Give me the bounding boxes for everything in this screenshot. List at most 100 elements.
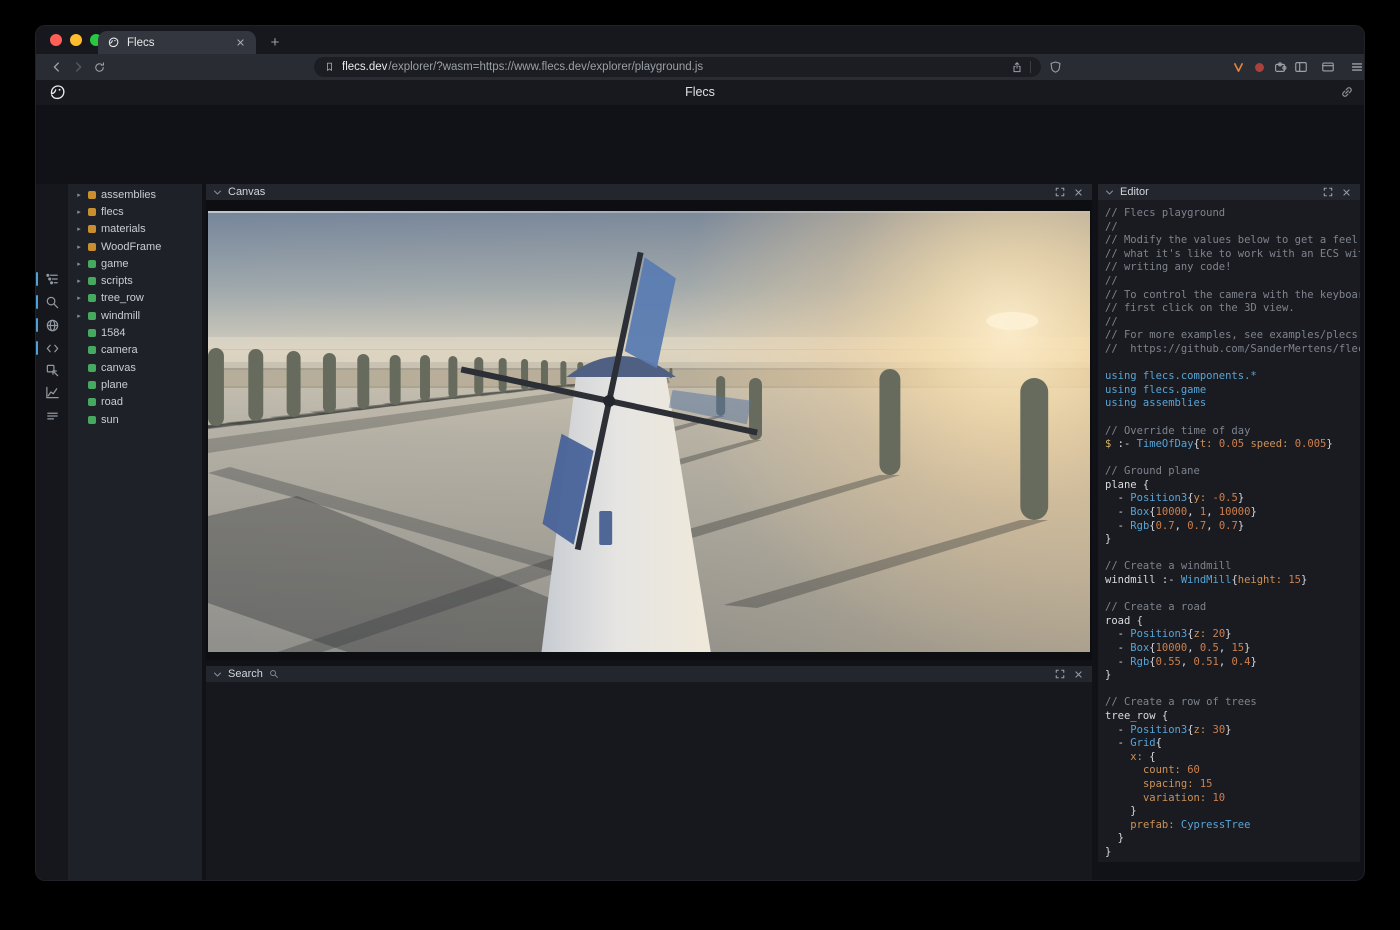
tree-item-road[interactable]: road bbox=[68, 394, 202, 411]
fullscreen-icon[interactable] bbox=[1053, 668, 1066, 681]
menu-icon[interactable] bbox=[1348, 58, 1365, 76]
tree-item-1584[interactable]: 1584 bbox=[68, 324, 202, 341]
wallet-icon[interactable] bbox=[1319, 58, 1337, 76]
code-line: - Position3{y: -0.5} bbox=[1105, 492, 1360, 506]
scene-globe-icon[interactable] bbox=[41, 314, 63, 336]
tree-item-label: materials bbox=[101, 223, 146, 235]
tree-item-flecs[interactable]: ▸ flecs bbox=[68, 203, 202, 220]
main-content: ▸assemblies▸flecs▸materials▸WoodFrame▸ga… bbox=[36, 105, 1364, 880]
forward-button[interactable] bbox=[69, 58, 87, 76]
search-panel: Search bbox=[206, 666, 1092, 881]
new-tab-button[interactable]: + bbox=[266, 33, 284, 51]
expand-arrow-icon[interactable]: ▸ bbox=[75, 294, 83, 302]
tree-item-WoodFrame[interactable]: ▸ WoodFrame bbox=[68, 238, 202, 255]
close-icon[interactable] bbox=[1072, 186, 1085, 199]
sidebar: ▸assemblies▸flecs▸materials▸WoodFrame▸ga… bbox=[68, 184, 202, 880]
code-line: count: 60 bbox=[1105, 764, 1360, 778]
tree-item-plane[interactable]: plane bbox=[68, 376, 202, 393]
sidebar-toggle-icon[interactable] bbox=[1292, 58, 1310, 76]
close-icon[interactable] bbox=[1340, 186, 1353, 199]
code-line: } bbox=[1105, 805, 1360, 819]
expand-arrow-icon[interactable]: ▸ bbox=[75, 277, 83, 285]
browser-tab[interactable]: Flecs bbox=[98, 31, 256, 54]
code-area[interactable]: // Flecs playground//// Modify the value… bbox=[1098, 200, 1360, 862]
chevron-down-icon[interactable] bbox=[213, 670, 222, 679]
code-line: using flecs.components.* bbox=[1105, 370, 1360, 384]
entity-kind-swatch bbox=[88, 208, 96, 216]
tree-item-scripts[interactable]: ▸scripts bbox=[68, 272, 202, 289]
close-icon[interactable] bbox=[1072, 668, 1085, 681]
extensions-puzzle-icon[interactable] bbox=[1271, 58, 1289, 76]
tree-item-assemblies[interactable]: ▸assemblies bbox=[68, 186, 202, 203]
entity-kind-swatch bbox=[88, 416, 96, 424]
code-line: // writing any code! bbox=[1105, 261, 1360, 275]
code-line: // what it's like to work with an ECS wi… bbox=[1105, 248, 1360, 262]
code-line: road { bbox=[1105, 615, 1360, 629]
chevron-down-icon[interactable] bbox=[213, 188, 222, 197]
search-panel-title: Search bbox=[228, 668, 263, 680]
fullscreen-icon[interactable] bbox=[1053, 186, 1066, 199]
tree-item-materials[interactable]: ▸ materials bbox=[68, 221, 202, 238]
entity-tree: ▸assemblies▸flecs▸materials▸WoodFrame▸ga… bbox=[68, 184, 202, 428]
expand-arrow-icon[interactable]: ▸ bbox=[75, 191, 83, 199]
url-host: flecs.dev bbox=[342, 61, 387, 73]
tree-item-windmill[interactable]: ▸windmill bbox=[68, 307, 202, 324]
stats-chart-icon[interactable] bbox=[41, 381, 63, 403]
code-line bbox=[1105, 357, 1360, 371]
shield-icon[interactable] bbox=[1046, 58, 1064, 76]
active-indicator bbox=[36, 272, 38, 286]
canvas-3d-view[interactable] bbox=[206, 200, 1092, 660]
code-editor-icon[interactable] bbox=[41, 337, 63, 359]
code-line: // Create a windmill bbox=[1105, 560, 1360, 574]
expand-arrow-icon[interactable]: ▸ bbox=[75, 312, 83, 320]
inspector-icon[interactable] bbox=[41, 359, 63, 381]
code-line: } bbox=[1105, 533, 1360, 547]
reload-button[interactable] bbox=[90, 58, 108, 76]
tree-item-canvas[interactable]: canvas bbox=[68, 359, 202, 376]
bookmark-icon[interactable] bbox=[324, 61, 335, 73]
share-icon[interactable] bbox=[1011, 61, 1023, 74]
outliner-icon[interactable] bbox=[41, 268, 63, 290]
code-line: // Modify the values below to get a feel… bbox=[1105, 234, 1360, 248]
editor-panel-header: Editor bbox=[1098, 184, 1360, 200]
entity-kind-swatch bbox=[88, 260, 96, 268]
entity-kind-swatch bbox=[88, 277, 96, 285]
expand-arrow-icon[interactable]: ▸ bbox=[75, 260, 83, 268]
link-icon[interactable] bbox=[1340, 85, 1354, 99]
code-line: // bbox=[1105, 275, 1360, 289]
editor-panel-title: Editor bbox=[1120, 186, 1149, 198]
logs-icon[interactable] bbox=[41, 405, 63, 427]
url-path: /explorer/?wasm=https://www.flecs.dev/ex… bbox=[388, 61, 1004, 73]
code-line bbox=[1105, 452, 1360, 466]
search-results-area bbox=[206, 682, 1092, 881]
entity-kind-swatch bbox=[88, 312, 96, 320]
code-line: // Create a road bbox=[1105, 601, 1360, 615]
vpn-icon[interactable] bbox=[1229, 58, 1247, 76]
tree-item-camera[interactable]: camera bbox=[68, 342, 202, 359]
entity-kind-swatch bbox=[88, 398, 96, 406]
code-line: // Create a row of trees bbox=[1105, 696, 1360, 710]
expand-arrow-icon[interactable]: ▸ bbox=[75, 208, 83, 216]
code-line: using flecs.game bbox=[1105, 384, 1360, 398]
code-line: - Position3{z: 30} bbox=[1105, 724, 1360, 738]
tree-item-game[interactable]: ▸game bbox=[68, 255, 202, 272]
chevron-down-icon[interactable] bbox=[1105, 188, 1114, 197]
code-line: - Box{10000, 1, 10000} bbox=[1105, 506, 1360, 520]
tree-item-tree_row[interactable]: ▸tree_row bbox=[68, 290, 202, 307]
tree-item-sun[interactable]: sun bbox=[68, 411, 202, 428]
minimize-button[interactable] bbox=[70, 34, 82, 46]
tree-item-label: WoodFrame bbox=[101, 241, 161, 253]
code-line bbox=[1105, 547, 1360, 561]
expand-arrow-icon[interactable]: ▸ bbox=[75, 225, 83, 233]
tab-close-icon[interactable] bbox=[233, 36, 247, 50]
extension-badge-icon[interactable] bbox=[1250, 58, 1268, 76]
back-button[interactable] bbox=[48, 58, 66, 76]
url-bar[interactable]: flecs.dev/explorer/?wasm=https://www.fle… bbox=[314, 57, 1041, 77]
fullscreen-icon[interactable] bbox=[1321, 186, 1334, 199]
query-search-icon[interactable] bbox=[41, 291, 63, 313]
close-button[interactable] bbox=[50, 34, 62, 46]
canvas-panel-header: Canvas bbox=[206, 184, 1092, 200]
expand-arrow-icon[interactable]: ▸ bbox=[75, 243, 83, 251]
tree-item-label: flecs bbox=[101, 206, 124, 218]
search-icon bbox=[269, 669, 279, 679]
